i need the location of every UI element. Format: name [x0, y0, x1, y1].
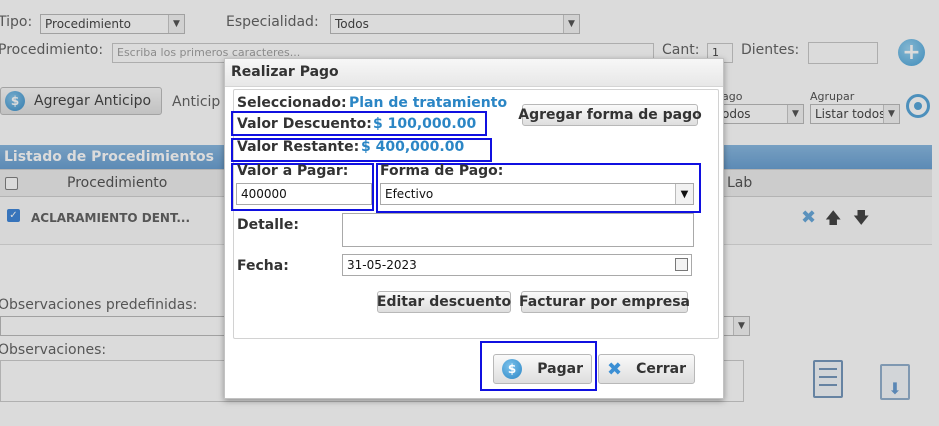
- forma-pago-label: Forma de Pago:: [380, 163, 504, 179]
- seleccionado-value: Plan de tratamiento: [349, 95, 508, 111]
- editar-descuento-button[interactable]: Editar descuento: [377, 291, 511, 313]
- forma-pago-value: Efectivo: [385, 187, 434, 201]
- realizar-pago-dialog: Realizar Pago Seleccionado: Plan de trat…: [224, 58, 724, 399]
- cerrar-label: Cerrar: [636, 361, 686, 377]
- facturar-empresa-button[interactable]: Facturar por empresa: [519, 291, 690, 313]
- dollar-coin-icon: $: [502, 359, 522, 379]
- dialog-title: Realizar Pago: [225, 59, 723, 87]
- chevron-down-icon: ▼: [675, 184, 693, 204]
- detalle-label: Detalle:: [237, 217, 299, 233]
- pagar-label: Pagar: [537, 361, 583, 377]
- cerrar-button[interactable]: ✖ Cerrar: [598, 354, 695, 384]
- fecha-value: 31-05-2023: [347, 258, 417, 272]
- seleccionado-label: Seleccionado:: [237, 95, 347, 111]
- descuento-value: $ 100,000.00: [373, 116, 477, 132]
- descuento-label: Valor Descuento:: [237, 116, 372, 132]
- valor-pagar-label: Valor a Pagar:: [237, 163, 349, 179]
- calendar-icon[interactable]: [675, 258, 688, 271]
- agregar-forma-pago-button[interactable]: Agregar forma de pago: [518, 104, 702, 126]
- close-icon: ✖: [607, 358, 623, 380]
- forma-pago-select[interactable]: Efectivo ▼: [380, 183, 694, 205]
- fecha-label: Fecha:: [237, 258, 289, 274]
- valor-pagar-input[interactable]: 400000: [236, 183, 372, 205]
- restante-value: $ 400,000.00: [361, 139, 465, 155]
- pagar-button[interactable]: $ Pagar: [493, 354, 592, 384]
- fecha-input[interactable]: 31-05-2023: [342, 254, 692, 276]
- detalle-textarea[interactable]: [342, 213, 694, 247]
- restante-label: Valor Restante:: [237, 139, 360, 155]
